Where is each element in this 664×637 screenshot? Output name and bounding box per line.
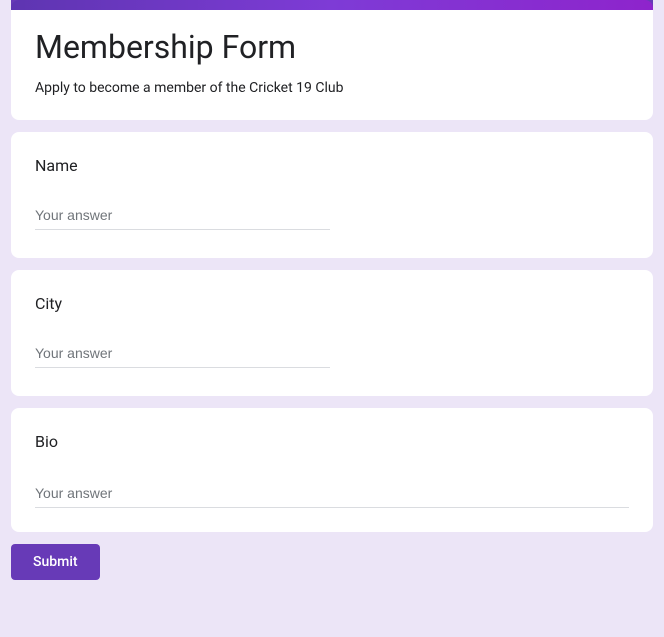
question-card-city: City <box>11 270 653 396</box>
form-header-card: Membership Form Apply to become a member… <box>11 0 653 120</box>
question-label-name: Name <box>35 156 629 175</box>
question-label-city: City <box>35 294 629 313</box>
name-input[interactable] <box>35 203 330 230</box>
form-description: Apply to become a member of the Cricket … <box>35 78 629 98</box>
submit-button[interactable]: Submit <box>11 544 100 580</box>
question-card-name: Name <box>11 132 653 258</box>
form-title: Membership Form <box>35 28 629 66</box>
question-card-bio: Bio <box>11 408 653 532</box>
city-input[interactable] <box>35 341 330 368</box>
question-label-bio: Bio <box>35 432 629 451</box>
bio-input[interactable] <box>35 481 629 508</box>
